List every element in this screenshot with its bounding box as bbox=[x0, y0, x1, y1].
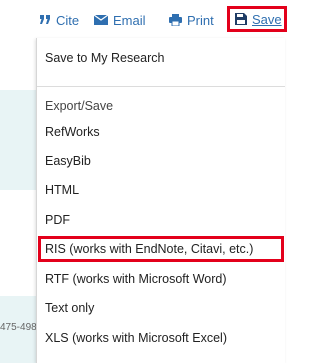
menu-divider bbox=[37, 86, 285, 87]
save-dropdown-menu: Save to My Research Export/Save RefWorks… bbox=[36, 38, 285, 363]
print-button[interactable]: Print bbox=[169, 10, 214, 30]
email-button[interactable]: Email bbox=[94, 10, 146, 30]
save-button[interactable]: Save bbox=[227, 6, 287, 32]
page-range-text: 475-498 bbox=[0, 322, 37, 333]
menu-item-html[interactable]: HTML bbox=[45, 183, 79, 197]
printer-icon bbox=[169, 14, 182, 26]
cite-button[interactable]: Cite bbox=[40, 10, 79, 30]
menu-item-pdf[interactable]: PDF bbox=[45, 213, 70, 227]
menu-item-easybib[interactable]: EasyBib bbox=[45, 154, 91, 168]
quote-icon bbox=[40, 15, 51, 25]
envelope-icon bbox=[94, 15, 108, 25]
save-label: Save bbox=[252, 11, 282, 27]
cite-label: Cite bbox=[56, 12, 80, 28]
menu-item-xls[interactable]: XLS (works with Microsoft Excel) bbox=[45, 331, 227, 345]
menu-item-text-only[interactable]: Text only bbox=[45, 301, 94, 315]
print-label: Print bbox=[187, 12, 214, 28]
menu-item-ris[interactable]: RIS (works with EndNote, Citavi, etc.) bbox=[45, 242, 253, 256]
menu-header-export: Export/Save bbox=[45, 99, 114, 113]
menu-item-rtf[interactable]: RTF (works with Microsoft Word) bbox=[45, 272, 227, 286]
email-label: Email bbox=[113, 12, 146, 28]
floppy-disk-icon bbox=[235, 13, 247, 25]
menu-item-refworks[interactable]: RefWorks bbox=[45, 125, 100, 139]
content-panel-upper bbox=[0, 90, 40, 190]
action-toolbar: Cite Email Print Save bbox=[0, 0, 287, 38]
menu-item-save-to-research[interactable]: Save to My Research bbox=[45, 51, 165, 65]
